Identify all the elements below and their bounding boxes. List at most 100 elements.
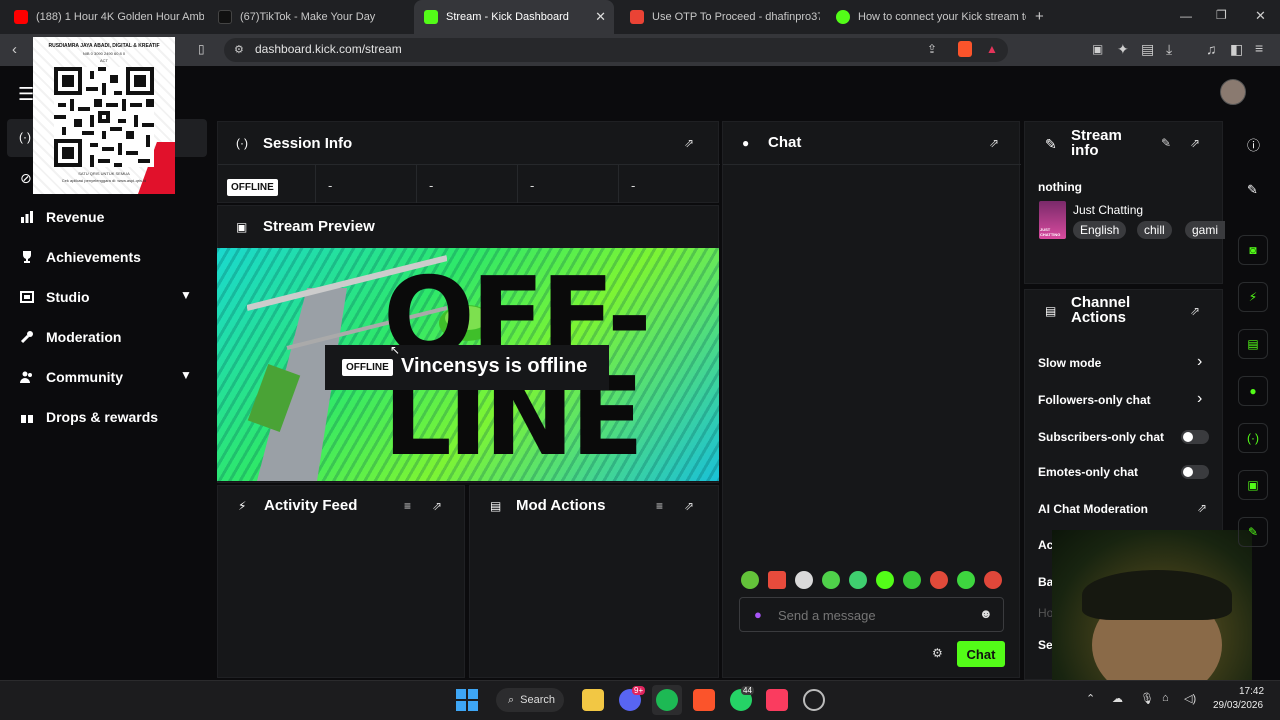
file-explorer-icon[interactable] bbox=[582, 689, 604, 711]
bookmark-icon[interactable]: ▯ bbox=[198, 42, 205, 56]
sidebar-item-revenue[interactable]: Revenue bbox=[20, 206, 104, 228]
sidebar-item-community[interactable]: Community bbox=[20, 366, 123, 388]
network-icon[interactable]: ⌂ bbox=[1162, 692, 1169, 704]
tag-chip[interactable]: English bbox=[1073, 221, 1127, 239]
emote-icon[interactable] bbox=[849, 571, 867, 589]
community-icon bbox=[20, 371, 32, 383]
rail-broadcast-button[interactable]: (·) bbox=[1238, 423, 1268, 453]
download-icon[interactable]: ⤓ bbox=[1166, 41, 1172, 58]
volume-icon[interactable]: ◁) bbox=[1184, 692, 1196, 705]
filter-icon[interactable]: ≡ bbox=[404, 499, 411, 513]
mic-tray-icon[interactable]: 🎙 bbox=[1140, 692, 1154, 705]
emote-icon[interactable] bbox=[741, 571, 759, 589]
popout-icon[interactable]: ⇗ bbox=[989, 136, 999, 150]
popout-icon[interactable]: ⇗ bbox=[432, 499, 442, 513]
obs-icon[interactable] bbox=[803, 689, 825, 711]
subscribers-only-toggle[interactable] bbox=[1181, 430, 1209, 444]
popout-icon[interactable]: ⇗ bbox=[1190, 304, 1200, 318]
extensions-icon[interactable]: ✦ bbox=[1117, 41, 1129, 58]
tag-chip[interactable]: chill bbox=[1137, 221, 1172, 239]
rail-studio-button[interactable]: ▣ bbox=[1238, 470, 1268, 500]
tab-youtube[interactable]: (188) 1 Hour 4K Golden Hour Ambie bbox=[4, 0, 204, 34]
filter-icon[interactable]: ≡ bbox=[656, 499, 663, 513]
windows-start-icon[interactable] bbox=[456, 689, 478, 711]
chevron-down-icon[interactable]: ▼ bbox=[180, 288, 192, 302]
rail-camera-button[interactable]: ◙ bbox=[1238, 235, 1268, 265]
window-close-icon[interactable]: ✕ bbox=[1255, 8, 1266, 24]
category-thumbnail[interactable]: JUST CHATTING bbox=[1039, 201, 1066, 239]
channel-action-partial[interactable]: Se bbox=[1038, 638, 1053, 652]
sidebar-item-moderation[interactable]: Moderation bbox=[20, 326, 121, 348]
emotes-only-toggle[interactable] bbox=[1181, 465, 1209, 479]
category-name[interactable]: Just Chatting bbox=[1073, 203, 1143, 217]
rail-document-button[interactable]: ▤ bbox=[1238, 329, 1268, 359]
minimize-icon[interactable]: — bbox=[1180, 9, 1192, 23]
ai-moderation-label[interactable]: AI Chat Moderation bbox=[1038, 502, 1148, 516]
tab-help[interactable]: How to connect your Kick stream to bbox=[826, 0, 1026, 34]
url-field[interactable]: ⚙ dashboard.kick.com/stream ⇪ ▲ bbox=[224, 38, 1008, 62]
clock-date[interactable]: 29/03/2026 bbox=[1213, 700, 1263, 711]
brave-shield-icon[interactable] bbox=[958, 41, 972, 57]
send-chat-button[interactable]: Chat bbox=[957, 641, 1005, 667]
spotify-icon[interactable] bbox=[656, 689, 678, 711]
popout-icon[interactable]: ⇗ bbox=[684, 136, 694, 150]
emote-icon[interactable] bbox=[984, 571, 1002, 589]
hamburger-menu-icon[interactable]: ☰ bbox=[18, 84, 34, 105]
external-link-icon[interactable]: ⇗ bbox=[1197, 501, 1207, 515]
close-tab-icon[interactable]: ✕ bbox=[595, 9, 606, 25]
edit-icon[interactable]: ✎ bbox=[1247, 182, 1258, 198]
tag-chip[interactable]: gami bbox=[1185, 221, 1226, 239]
clock-time[interactable]: 17:42 bbox=[1239, 686, 1264, 697]
chat-settings-icon[interactable]: ⚙ bbox=[932, 646, 943, 660]
chevron-right-icon[interactable]: › bbox=[1197, 353, 1202, 371]
brave-icon[interactable] bbox=[693, 689, 715, 711]
info-icon[interactable]: ⓘ bbox=[1247, 135, 1260, 154]
emote-icon[interactable] bbox=[957, 571, 975, 589]
followers-only-label[interactable]: Followers-only chat bbox=[1038, 393, 1151, 407]
edit-icon[interactable]: ✎ bbox=[1161, 136, 1171, 150]
avatar[interactable] bbox=[1220, 79, 1246, 105]
emote-icon[interactable] bbox=[795, 571, 813, 589]
link-icon[interactable]: ⊘ bbox=[20, 170, 32, 187]
emote-icon[interactable] bbox=[768, 571, 786, 589]
brave-rewards-icon[interactable]: ▲ bbox=[986, 42, 998, 56]
sidebar-toggle-icon[interactable]: ▣ bbox=[1092, 42, 1103, 56]
back-icon[interactable]: ‹ bbox=[12, 41, 17, 58]
wallet-icon[interactable]: ▤ bbox=[1141, 41, 1154, 58]
chevron-down-icon[interactable]: ▼ bbox=[180, 368, 192, 382]
emoji-icon[interactable]: ☻ bbox=[979, 606, 993, 621]
tray-chevron-icon[interactable]: ⌃ bbox=[1086, 692, 1095, 705]
tab-tiktok[interactable]: (67)TikTok - Make Your Day bbox=[208, 0, 408, 34]
offline-thumbnail[interactable]: OFF-LINE OFFLINE Vincensys is offline ↖ bbox=[217, 248, 719, 481]
emote-icon[interactable] bbox=[930, 571, 948, 589]
sidebar-item-drops[interactable]: Drops & rewards bbox=[20, 406, 158, 428]
sidebar-item-achievements[interactable]: Achievements bbox=[20, 246, 141, 268]
chevron-right-icon[interactable]: › bbox=[1197, 390, 1202, 408]
emote-icon[interactable] bbox=[822, 571, 840, 589]
new-tab-button[interactable]: + bbox=[1035, 8, 1044, 25]
tab-kick-dashboard[interactable]: Stream - Kick Dashboard ✕ bbox=[414, 0, 614, 34]
tab-gmail[interactable]: Use OTP To Proceed - dhafinpro37@ bbox=[620, 0, 820, 34]
rail-lightning-button[interactable]: ⚡ bbox=[1238, 282, 1268, 312]
slow-mode-label[interactable]: Slow mode bbox=[1038, 356, 1101, 370]
qris-act: ACT bbox=[100, 58, 108, 63]
maximize-icon[interactable]: ❐ bbox=[1216, 8, 1227, 22]
chat-input[interactable]: ● ☻ bbox=[739, 597, 1004, 632]
reader-icon[interactable]: ◧ bbox=[1230, 41, 1243, 58]
rail-wrench-button[interactable]: ✎ bbox=[1238, 517, 1268, 547]
emote-icon[interactable] bbox=[876, 571, 894, 589]
rail-chat-button[interactable]: ● bbox=[1238, 376, 1268, 406]
share-icon[interactable]: ⇪ bbox=[927, 42, 937, 56]
message-field[interactable] bbox=[778, 604, 968, 626]
site-info-icon[interactable]: ⚙ bbox=[234, 43, 244, 56]
popout-icon[interactable]: ⇗ bbox=[684, 499, 694, 513]
sidebar-item-studio[interactable]: Studio bbox=[20, 286, 90, 308]
emote-icon[interactable] bbox=[903, 571, 921, 589]
microphone-icon[interactable]: ● bbox=[754, 607, 762, 622]
popout-icon[interactable]: ⇗ bbox=[1190, 136, 1200, 150]
cloud-icon[interactable]: ☁ bbox=[1112, 692, 1123, 705]
menu-icon[interactable]: ≡ bbox=[1255, 40, 1263, 56]
media-icon[interactable]: ♫ bbox=[1206, 41, 1217, 57]
music-icon[interactable] bbox=[766, 689, 788, 711]
taskbar-search[interactable]: ⌕ Search bbox=[496, 688, 564, 712]
